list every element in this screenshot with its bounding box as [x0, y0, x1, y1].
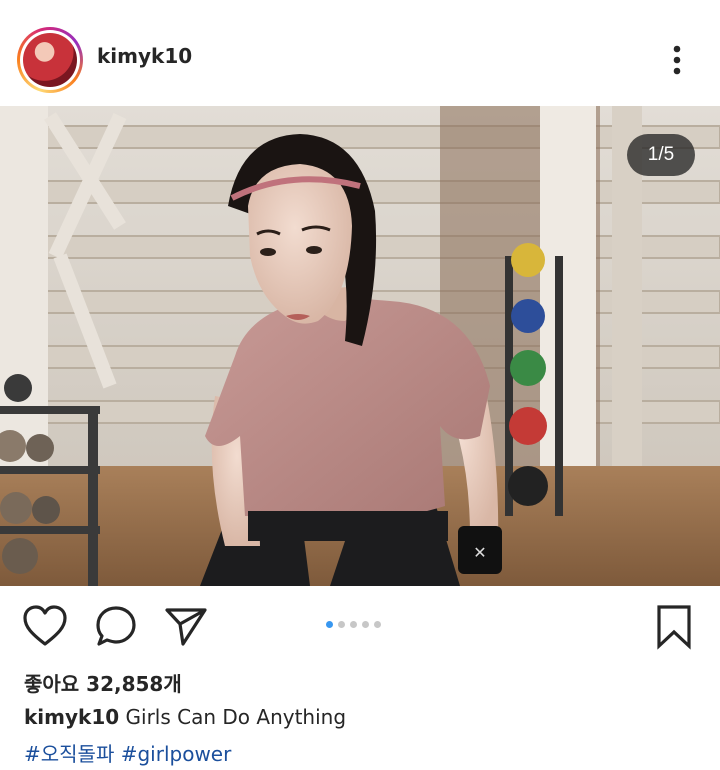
carousel-indicator — [326, 621, 381, 628]
story-ring[interactable] — [17, 27, 83, 93]
heart-icon — [23, 605, 67, 646]
caption: kimyk10 Girls Can Do Anything — [24, 705, 346, 729]
hashtags: #오직돌파 #girlpower — [24, 738, 231, 767]
carousel-dot — [374, 621, 381, 628]
avatar[interactable] — [23, 33, 77, 87]
like-button[interactable] — [22, 604, 68, 652]
caption-username[interactable]: kimyk10 — [24, 705, 119, 729]
post-photo[interactable]: ✕ — [0, 106, 720, 586]
more-vertical-icon — [673, 45, 681, 75]
username-link[interactable]: kimyk10 — [97, 44, 192, 68]
bookmark-icon — [657, 605, 691, 650]
comment-icon — [96, 606, 136, 646]
carousel-dot — [326, 621, 333, 628]
svg-text:✕: ✕ — [473, 543, 486, 562]
action-bar — [0, 586, 720, 666]
comment-button[interactable] — [94, 604, 138, 652]
share-button[interactable] — [163, 604, 209, 652]
carousel-dot — [338, 621, 345, 628]
send-icon — [165, 608, 207, 646]
hashtag-link[interactable]: #오직돌파 — [24, 742, 114, 766]
image-counter-badge: 1/5 — [627, 134, 695, 176]
caption-text: Girls Can Do Anything — [125, 705, 347, 729]
more-options-button[interactable] — [664, 40, 694, 80]
carousel-dot — [362, 621, 369, 628]
post-header: kimyk10 — [0, 0, 720, 106]
carousel-dot — [350, 621, 357, 628]
save-button[interactable] — [655, 604, 695, 654]
hashtag-link[interactable]: #girlpower — [121, 742, 232, 766]
likes-count[interactable]: 좋아요 32,858개 — [24, 668, 182, 697]
